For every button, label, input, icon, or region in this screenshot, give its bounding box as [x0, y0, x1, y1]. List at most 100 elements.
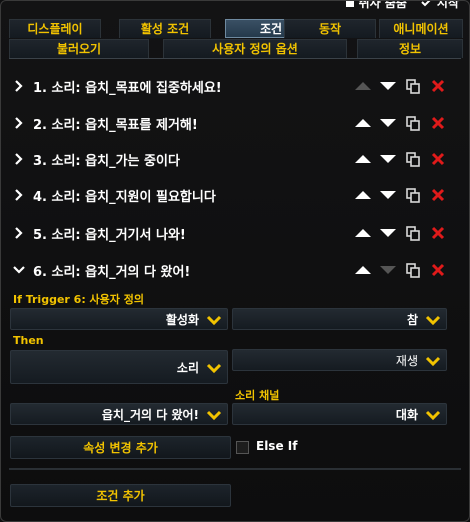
move-down-button[interactable]	[378, 262, 398, 278]
chevron-down-icon	[206, 410, 222, 421]
action-type-dropdown[interactable]: 재생	[232, 349, 447, 371]
chevron-down-icon[interactable]	[11, 262, 27, 278]
trigger-row[interactable]: 5. 소리: 읍치_거기서 나와!	[11, 220, 459, 246]
value-dropdown-value: 참	[406, 312, 418, 327]
trigger-row[interactable]: 6. 소리: 읍치_거의 다 왔어!	[11, 257, 459, 283]
action-dropdown[interactable]: 소리	[10, 350, 228, 384]
chevron-down-icon	[425, 315, 441, 326]
move-down-icon	[380, 155, 396, 163]
tab-load[interactable]: 불러오기	[9, 39, 149, 58]
move-up-icon	[355, 155, 371, 163]
trigger-controls	[353, 225, 453, 241]
conditions-panel: 취사 줌줌 시작 디스플레이 활성 조건 조건 동작 애니메이션 불러오기 사용…	[0, 0, 470, 522]
else-if-checkbox[interactable]	[236, 441, 249, 454]
duplicate-button[interactable]	[403, 262, 423, 278]
top-partial-right-label: 시작	[436, 0, 459, 10]
move-down-button[interactable]	[378, 78, 398, 94]
trigger-row[interactable]: 2. 소리: 읍치_목표를 제거해!	[11, 110, 459, 136]
move-up-button[interactable]	[353, 151, 373, 167]
sound-dropdown-value: 읍치_거의 다 왔어!	[101, 407, 199, 422]
tab-custom-options[interactable]: 사용자 정의 옵션	[163, 39, 347, 58]
trigger-controls	[353, 262, 453, 278]
delete-icon	[431, 188, 445, 202]
trigger-controls	[353, 187, 453, 203]
sound-channel-label: 소리 채널	[235, 389, 280, 402]
action-type-value: 재생	[395, 353, 418, 368]
sound-dropdown[interactable]: 읍치_거의 다 왔어!	[10, 403, 228, 425]
trigger-label: 3. 소리: 읍치_가는 중이다	[33, 154, 180, 169]
trigger-label: 6. 소리: 읍치_거의 다 왔어!	[33, 265, 191, 280]
trigger-label: 2. 소리: 읍치_목표를 제거해!	[33, 118, 198, 133]
delete-icon	[431, 263, 445, 277]
move-up-button[interactable]	[353, 115, 373, 131]
check-icon	[421, 1, 431, 7]
trigger-row[interactable]: 3. 소리: 읍치_가는 중이다	[11, 146, 459, 172]
move-up-icon	[355, 82, 371, 90]
move-up-button[interactable]	[353, 225, 373, 241]
tab-display[interactable]: 디스플레이	[9, 19, 101, 38]
trigger-controls	[353, 115, 453, 131]
move-up-button[interactable]	[353, 187, 373, 203]
duplicate-icon	[406, 151, 420, 167]
move-up-icon	[355, 119, 371, 127]
delete-icon	[431, 116, 445, 130]
delete-button[interactable]	[428, 115, 448, 131]
duplicate-icon	[406, 78, 420, 94]
delete-button[interactable]	[428, 151, 448, 167]
chevron-right-icon[interactable]	[11, 225, 27, 241]
move-down-icon	[380, 82, 396, 90]
if-section-title: If Trigger 6: 사용자 정의	[13, 293, 144, 306]
duplicate-icon	[406, 262, 420, 278]
delete-button[interactable]	[428, 225, 448, 241]
add-condition-button[interactable]: 조건 추가	[10, 484, 231, 507]
chevron-right-icon[interactable]	[11, 187, 27, 203]
delete-button[interactable]	[428, 187, 448, 203]
trigger-controls	[353, 78, 453, 94]
tab-info[interactable]: 정보	[357, 39, 463, 58]
chevron-right-icon[interactable]	[11, 115, 27, 131]
move-down-button[interactable]	[378, 151, 398, 167]
else-if-label: Else If	[256, 439, 298, 453]
channel-dropdown[interactable]: 대화	[232, 403, 447, 425]
delete-icon	[431, 226, 445, 240]
chevron-down-icon	[425, 356, 441, 367]
move-up-icon	[355, 229, 371, 237]
add-property-button[interactable]: 속성 변경 추가	[10, 436, 231, 459]
trigger-label: 5. 소리: 읍치_거기서 나와!	[33, 228, 186, 243]
duplicate-button[interactable]	[403, 78, 423, 94]
section-divider	[9, 468, 461, 470]
duplicate-button[interactable]	[403, 115, 423, 131]
move-down-button[interactable]	[378, 225, 398, 241]
trigger-label: 1. 소리: 읍치_목표에 집중하세요!	[33, 81, 222, 96]
lock-icon	[345, 1, 354, 7]
tab-divider	[9, 58, 461, 59]
duplicate-button[interactable]	[403, 225, 423, 241]
move-down-icon	[380, 119, 396, 127]
trigger-row[interactable]: 4. 소리: 읍치_지원이 필요합니다	[11, 182, 459, 208]
trigger-row[interactable]: 1. 소리: 읍치_목표에 집중하세요!	[11, 73, 459, 99]
move-down-button[interactable]	[378, 187, 398, 203]
move-down-button[interactable]	[378, 115, 398, 131]
move-up-button[interactable]	[353, 78, 373, 94]
tab-actions[interactable]: 동작	[284, 19, 376, 38]
chevron-right-icon[interactable]	[11, 78, 27, 94]
value-dropdown[interactable]: 참	[232, 308, 447, 330]
move-up-button[interactable]	[353, 262, 373, 278]
top-partial-left-label: 취사 줌줌	[358, 0, 407, 10]
duplicate-button[interactable]	[403, 151, 423, 167]
property-dropdown[interactable]: 활성화	[10, 308, 228, 330]
duplicate-button[interactable]	[403, 187, 423, 203]
top-partial-left[interactable]: 취사 줌줌	[345, 0, 407, 10]
delete-button[interactable]	[428, 78, 448, 94]
duplicate-icon	[406, 115, 420, 131]
chevron-down-icon	[206, 363, 222, 374]
top-partial-right[interactable]: 시작	[421, 0, 459, 10]
tab-animations[interactable]: 애니메이션	[379, 19, 463, 38]
trigger-controls	[353, 151, 453, 167]
then-section-title: Then	[13, 334, 44, 347]
top-partial-bar: 취사 줌줌 시작	[345, 0, 459, 10]
chevron-right-icon[interactable]	[11, 151, 27, 167]
tab-load-conditions[interactable]: 활성 조건	[119, 19, 211, 38]
delete-button[interactable]	[428, 262, 448, 278]
chevron-down-icon	[206, 315, 222, 326]
